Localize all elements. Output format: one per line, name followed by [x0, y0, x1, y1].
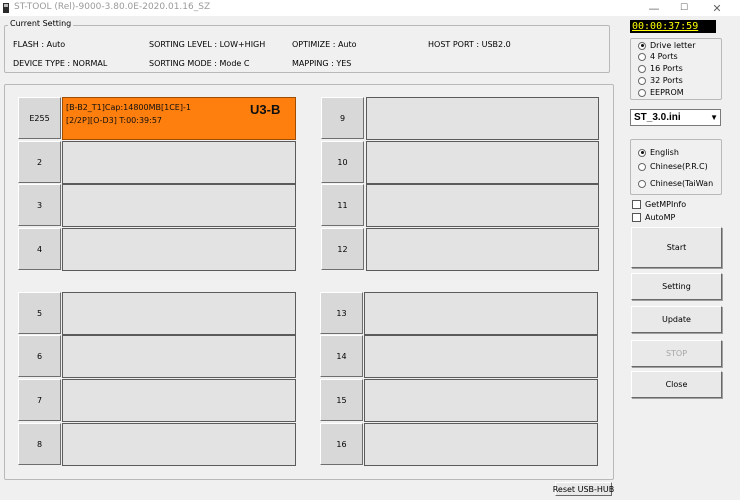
close-window-button[interactable]: ✕ — [702, 0, 732, 16]
update-button[interactable]: Update — [631, 306, 722, 333]
port-6-status[interactable] — [62, 335, 296, 378]
language-chinese-prc[interactable]: Chinese(P.R.C) — [638, 162, 708, 171]
port-11-button[interactable]: 11 — [321, 184, 364, 226]
port-16-button[interactable]: 16 — [320, 423, 363, 465]
port-mode-drive-letter[interactable]: Drive letter — [638, 41, 696, 50]
port-1-capacity-text: [B-B2_T1]Cap:14800MB[1CE]-1 — [66, 103, 191, 112]
port-5-button[interactable]: 5 — [18, 292, 61, 334]
port-2-status[interactable] — [62, 141, 296, 184]
port-mode-4-ports[interactable]: 4 Ports — [638, 52, 678, 61]
window-title: ST-TOOL (Rel)-9000-3.80.0E-2020.01.16_SZ — [14, 2, 211, 12]
port-15-status[interactable] — [364, 379, 598, 422]
port-1-button[interactable]: E255 — [18, 97, 61, 139]
minimize-button[interactable]: — — [639, 0, 669, 16]
port-mode-16-ports[interactable]: 16 Ports — [638, 64, 683, 73]
port-8-button[interactable]: 8 — [18, 423, 61, 465]
checkbox-icon — [632, 200, 641, 209]
port-14-status[interactable] — [364, 335, 598, 378]
port-12-button[interactable]: 12 — [321, 228, 364, 270]
checkbox-icon — [632, 213, 641, 222]
radio-icon — [638, 41, 646, 50]
close-button[interactable]: Close — [631, 371, 722, 398]
app-icon — [3, 3, 9, 13]
port-4-status[interactable] — [62, 228, 296, 271]
radio-icon — [638, 64, 646, 73]
radio-icon — [638, 148, 646, 157]
ini-file-select[interactable]: ST_3.0.ini ▼ — [630, 109, 721, 126]
language-english[interactable]: English — [638, 148, 679, 157]
setting-button[interactable]: Setting — [631, 273, 722, 300]
radio-icon — [638, 179, 646, 188]
mapping-setting: MAPPING : YES — [292, 59, 352, 68]
device-type-setting: DEVICE TYPE : NORMAL — [13, 59, 108, 68]
port-mode-32-ports[interactable]: 32 Ports — [638, 76, 683, 85]
port-7-status[interactable] — [62, 379, 296, 422]
port-15-button[interactable]: 15 — [320, 379, 363, 421]
getmpinfo-checkbox[interactable]: GetMPInfo — [632, 200, 686, 209]
port-3-button[interactable]: 3 — [18, 184, 61, 226]
automp-checkbox[interactable]: AutoMP — [632, 213, 675, 222]
optimize-setting: OPTIMIZE : Auto — [292, 40, 357, 49]
port-1-badge: U3-B — [250, 102, 281, 117]
port-1-time-text: [2/2P][O-D3] T:00:39:57 — [66, 116, 163, 125]
port-3-status[interactable] — [62, 184, 296, 227]
radio-icon — [638, 162, 646, 171]
title-bar: ST-TOOL (Rel)-9000-3.80.0E-2020.01.16_SZ… — [0, 0, 740, 16]
port-13-status[interactable] — [364, 292, 598, 335]
port-10-button[interactable]: 10 — [321, 141, 364, 183]
port-11-status[interactable] — [366, 184, 599, 227]
port-13-button[interactable]: 13 — [320, 292, 363, 334]
port-9-status[interactable] — [366, 97, 599, 140]
sorting-level-setting: SORTING LEVEL : LOW+HIGH — [149, 40, 266, 49]
radio-icon — [638, 52, 646, 61]
ini-file-value: ST_3.0.ini — [634, 112, 681, 123]
reset-usb-hub-button[interactable]: Reset USB-HUB — [553, 482, 614, 496]
port-4-button[interactable]: 4 — [18, 228, 61, 270]
port-5-status[interactable] — [62, 292, 296, 335]
port-7-button[interactable]: 7 — [18, 379, 61, 421]
port-12-status[interactable] — [366, 228, 599, 271]
radio-icon — [638, 88, 646, 97]
start-button[interactable]: Start — [631, 227, 722, 268]
stop-button: STOP — [631, 340, 722, 367]
sorting-mode-setting: SORTING MODE : Mode C — [149, 59, 250, 68]
flash-setting: FLASH : Auto — [13, 40, 66, 49]
current-setting-label: Current Setting — [8, 19, 74, 28]
language-chinese-taiwan[interactable]: Chinese(TaiWan — [638, 179, 713, 188]
port-1-status[interactable]: [B-B2_T1]Cap:14800MB[1CE]-1 [2/2P][O-D3]… — [62, 97, 296, 140]
maximize-button[interactable]: ☐ — [669, 0, 699, 16]
port-9-button[interactable]: 9 — [321, 97, 364, 139]
port-mode-eeprom[interactable]: EEPROM — [638, 88, 684, 97]
port-14-button[interactable]: 14 — [320, 335, 363, 377]
port-8-status[interactable] — [62, 423, 296, 466]
chevron-down-icon: ▼ — [710, 113, 718, 122]
host-port-setting: HOST PORT : USB2.0 — [428, 40, 511, 49]
port-16-status[interactable] — [364, 423, 598, 466]
port-10-status[interactable] — [366, 141, 599, 184]
port-6-button[interactable]: 6 — [18, 335, 61, 377]
radio-icon — [638, 76, 646, 85]
port-2-button[interactable]: 2 — [18, 141, 61, 183]
elapsed-timer: 00:00:37:59 — [630, 20, 716, 33]
